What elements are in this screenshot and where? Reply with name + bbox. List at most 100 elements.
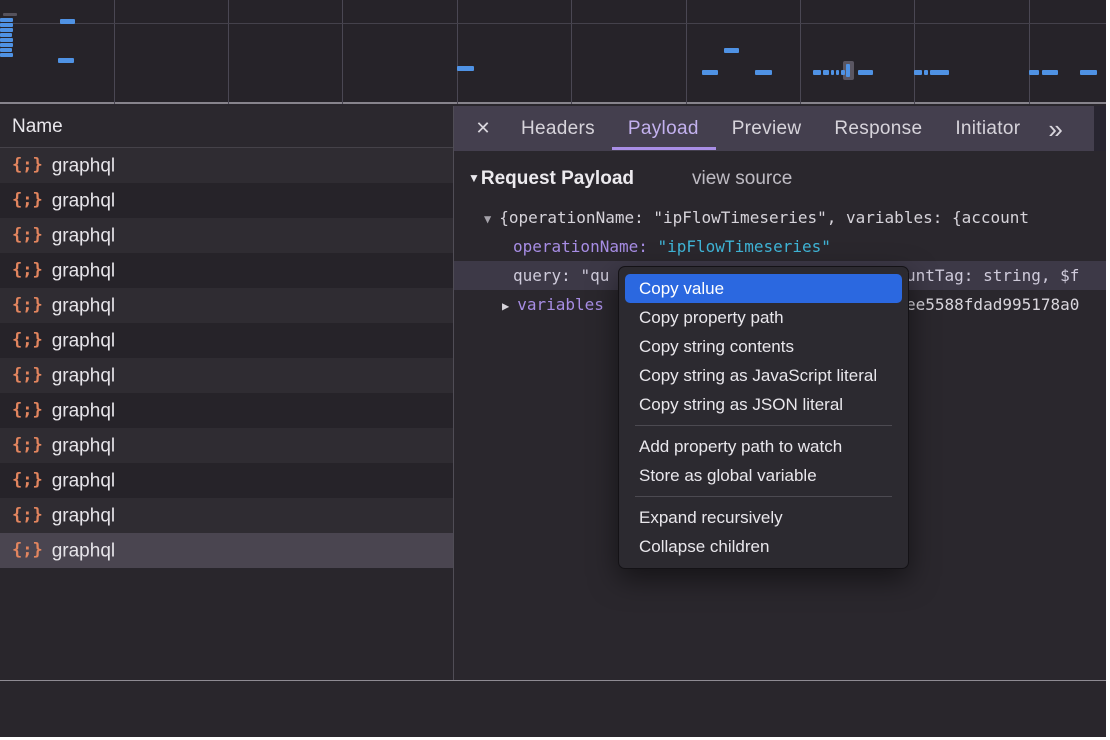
request-name: graphql (52, 505, 115, 526)
json-braces-icon: {;} (12, 148, 43, 183)
context-menu-item[interactable]: Copy string as JavaScript literal (625, 361, 902, 390)
context-menu-item[interactable]: Expand recursively (625, 503, 902, 532)
network-bar (0, 43, 13, 47)
close-icon: ✕ (475, 118, 490, 138)
request-name: graphql (52, 295, 115, 316)
tab-initiator[interactable]: Initiator (955, 106, 1020, 151)
tab-preview[interactable]: Preview (732, 106, 802, 151)
tab-strip: Headers Payload Preview Response Initiator (521, 106, 1053, 151)
json-braces-icon: {;} (12, 183, 43, 218)
property-value: "ipFlowTimeseries" (658, 237, 831, 256)
request-name: graphql (52, 365, 115, 386)
tab-headers[interactable]: Headers (521, 106, 595, 151)
footer-bar (0, 681, 1106, 737)
network-bar (58, 58, 74, 63)
network-bar (0, 23, 13, 27)
screenshot-stage: Name {;}graphql{;}graphql{;}graphql{;}gr… (0, 0, 1110, 740)
expand-triangle-icon[interactable]: ▶ (502, 299, 509, 313)
network-overview[interactable] (0, 0, 1106, 104)
request-row[interactable]: {;}graphql (0, 463, 453, 498)
network-bar (755, 70, 772, 75)
context-menu: Copy valueCopy property pathCopy string … (618, 266, 909, 569)
network-bar (846, 64, 850, 77)
payload-summary-row[interactable]: ▼{operationName: "ipFlowTimeseries", var… (454, 203, 1106, 232)
network-bar (0, 53, 13, 57)
context-menu-item[interactable]: Copy value (625, 274, 902, 303)
network-bar (0, 33, 12, 37)
json-braces-icon: {;} (12, 463, 43, 498)
context-menu-item[interactable]: Collapse children (625, 532, 902, 561)
network-bar (924, 70, 928, 75)
property-value: "qu (580, 266, 609, 285)
network-bar (0, 48, 12, 52)
request-name: graphql (52, 225, 115, 246)
collapse-triangle-icon[interactable]: ▼ (468, 171, 480, 185)
json-braces-icon: {;} (12, 288, 43, 323)
network-bar (914, 70, 922, 75)
overview-gridline (342, 0, 343, 104)
network-bar (724, 48, 739, 53)
overview-gridline (1029, 0, 1030, 104)
json-braces-icon: {;} (12, 428, 43, 463)
network-bar (831, 70, 834, 75)
network-bar (0, 18, 13, 22)
overview-gridline (800, 0, 801, 104)
network-bar (841, 70, 845, 75)
tab-overflow-button[interactable]: » (1048, 109, 1062, 149)
overview-gridline (686, 0, 687, 104)
payload-row-operationname[interactable]: operationName: "ipFlowTimeseries" (454, 232, 1106, 261)
network-bar (60, 19, 75, 24)
request-row[interactable]: {;} graphql (0, 218, 453, 253)
chevron-double-right-icon: » (1048, 114, 1062, 144)
request-row[interactable]: {;} graphql (0, 183, 453, 218)
context-menu-divider (635, 425, 892, 426)
request-row[interactable]: {;}graphql (0, 428, 453, 463)
json-braces-icon: {;} (12, 323, 43, 358)
collapse-triangle-icon[interactable]: ▼ (484, 212, 491, 226)
context-menu-item[interactable]: Copy string as JSON literal (625, 390, 902, 419)
request-row[interactable]: {;} graphql (0, 288, 453, 323)
close-panel-button[interactable]: ✕ (473, 118, 493, 139)
network-bar (0, 38, 13, 42)
network-bar (813, 70, 821, 75)
property-key: operationName: (513, 237, 658, 256)
request-row[interactable]: {;}graphql (0, 393, 453, 428)
context-menu-item[interactable]: Add property path to watch (625, 432, 902, 461)
request-row[interactable]: {;}graphql (0, 498, 453, 533)
request-name: graphql (52, 155, 115, 176)
name-column-header[interactable]: Name (0, 106, 453, 148)
request-name: graphql (52, 330, 115, 351)
request-list-panel: Name {;}graphql{;}graphql{;}graphql{;}gr… (0, 106, 453, 680)
request-name: graphql (52, 190, 115, 211)
tab-response[interactable]: Response (834, 106, 922, 151)
request-row[interactable]: {;} graphql (0, 148, 453, 183)
context-menu-item[interactable]: Copy property path (625, 303, 902, 332)
overview-gridline (457, 0, 458, 104)
request-row[interactable]: {;} graphql (0, 323, 453, 358)
network-bar (1029, 70, 1039, 75)
network-bar (836, 70, 839, 75)
request-list: {;} graphql {;} graphql {;} graphql {;} graphql… (0, 148, 453, 568)
overview-gridline (571, 0, 572, 104)
request-name: graphql (52, 540, 115, 561)
network-bar (702, 70, 718, 75)
request-payload-header: ▼Request Payloadview source (468, 166, 792, 190)
request-row[interactable]: {;}graphql (0, 358, 453, 393)
request-name: graphql (52, 260, 115, 281)
json-braces-icon: {;} (12, 218, 43, 253)
network-bar (930, 70, 949, 75)
detail-tabbar: ✕ Headers Payload Preview Response Initiator… (454, 106, 1094, 151)
property-key: query: (513, 266, 580, 285)
context-menu-item[interactable]: Copy string contents (625, 332, 902, 361)
request-row[interactable]: {;} graphql (0, 253, 453, 288)
query-value-fragment: untTag: string, $f (906, 261, 1079, 290)
view-source-link[interactable]: view source (692, 168, 792, 189)
network-bar (3, 13, 17, 16)
json-braces-icon: {;} (12, 533, 43, 568)
request-row[interactable]: {;} graphql (0, 533, 453, 568)
json-braces-icon: {;} (12, 393, 43, 428)
json-braces-icon: {;} (12, 253, 43, 288)
network-bar (1042, 70, 1058, 75)
tab-payload[interactable]: Payload (628, 106, 699, 151)
context-menu-item[interactable]: Store as global variable (625, 461, 902, 490)
